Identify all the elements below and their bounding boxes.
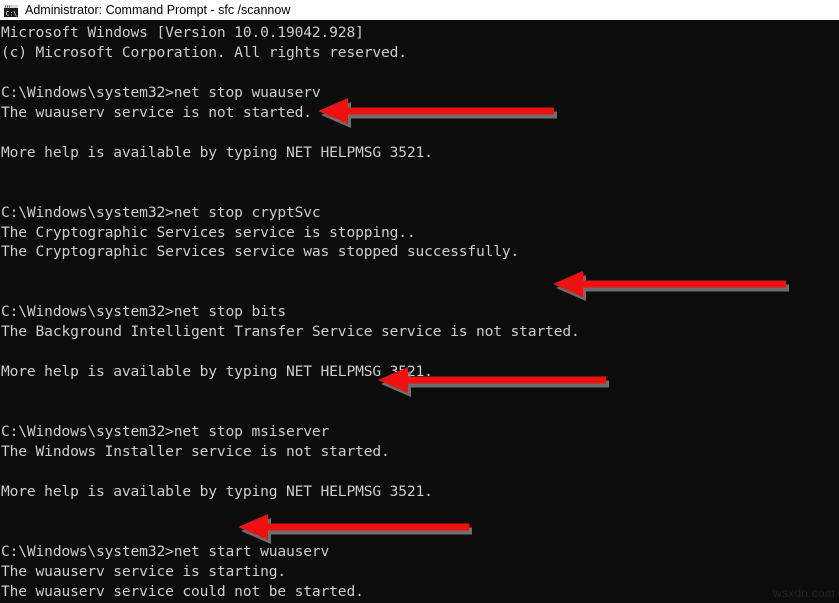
console-line: The Cryptographic Services service was s… xyxy=(1,243,520,261)
console-output-area[interactable]: Microsoft Windows [Version 10.0.19042.92… xyxy=(0,20,839,603)
console-line: More help is available by typing NET HEL… xyxy=(1,143,433,161)
console-line: C:\Windows\system32>net stop msiserver xyxy=(1,423,330,440)
arrow-bits-not-started xyxy=(553,270,792,304)
console-line: C:\Windows\system32>net stop bits xyxy=(1,303,286,321)
console-line: The wuauserv service could not be starte… xyxy=(1,582,364,600)
console-line: The Background Intelligent Transfer Serv… xyxy=(1,323,580,341)
console-line: Microsoft Windows [Version 10.0.19042.92… xyxy=(1,24,364,41)
console-line: (c) Microsoft Corporation. All rights re… xyxy=(1,43,407,61)
console-line: The wuauserv service is not started. xyxy=(1,103,312,121)
console-line: More help is available by typing NET HEL… xyxy=(1,482,433,500)
arrow-wuauserv-not-started xyxy=(318,97,560,131)
command-prompt-icon: C:\ xyxy=(3,3,19,18)
window-title: Administrator: Command Prompt - sfc /sca… xyxy=(25,3,291,17)
console-line: C:\Windows\system32>net stop cryptSvc xyxy=(1,203,321,221)
console-line: The wuauserv service is starting. xyxy=(1,562,286,580)
console-line: More help is available by typing NET HEL… xyxy=(1,363,433,381)
console-line: C:\Windows\system32>net stop wuauserv xyxy=(1,83,321,101)
window-titlebar[interactable]: C:\ Administrator: Command Prompt - sfc … xyxy=(0,0,839,20)
console-line: The Windows Installer service is not sta… xyxy=(1,442,390,460)
console-line: C:\Windows\system32>net start wuauserv xyxy=(1,542,330,560)
console-line: The Cryptographic Services service is st… xyxy=(1,223,416,241)
watermark: wsxdn.com xyxy=(773,586,835,600)
svg-text:C:\: C:\ xyxy=(6,9,18,17)
